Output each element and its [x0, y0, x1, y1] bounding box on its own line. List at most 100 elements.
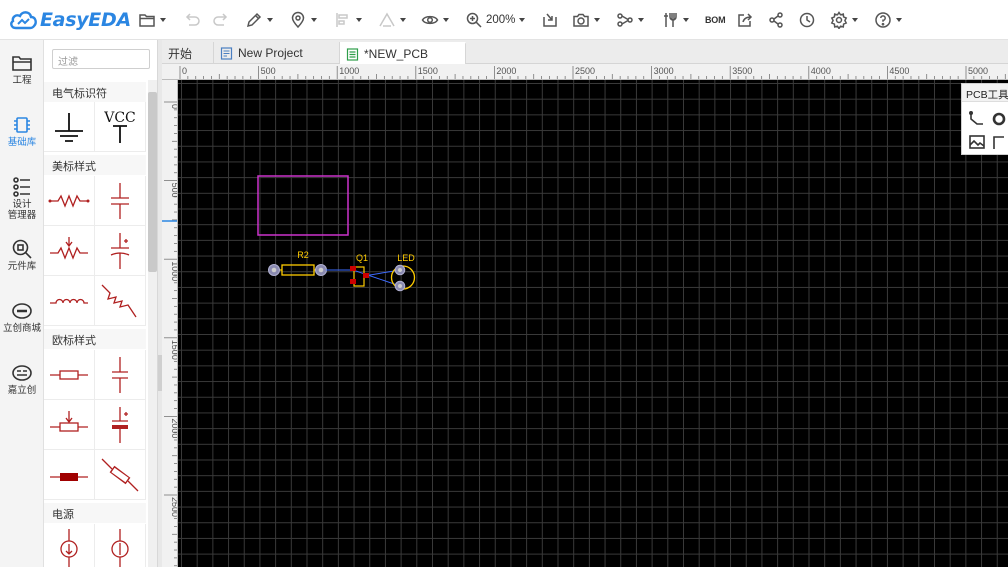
- tab-new-pcb[interactable]: *NEW_PCB: [340, 42, 466, 64]
- symbol-ground[interactable]: [44, 102, 95, 152]
- settings-menu-button[interactable]: [830, 9, 858, 31]
- bom-label: BOM: [705, 15, 726, 25]
- share-button[interactable]: [767, 9, 785, 31]
- align-left-icon: [336, 13, 348, 27]
- nav-common-library[interactable]: 基础库: [0, 114, 44, 148]
- tools-menu-button[interactable]: [661, 9, 689, 31]
- chevron-down-icon: [160, 18, 166, 22]
- horizontal-ruler-ticks: 0 500 1000 1500 2000 2500 3000 3500 4000 4500 5000: [179, 66, 1006, 79]
- chip-icon: [14, 117, 30, 133]
- symbol-varistor-eu[interactable]: [95, 450, 146, 500]
- share-menu-button[interactable]: [616, 9, 644, 31]
- left-nav: 工程 基础库 设计 管理器 元件库 立创商城 嘉立创: [0, 40, 44, 567]
- tree-list-icon: [13, 177, 30, 197]
- symbol-potentiometer-us[interactable]: [44, 226, 95, 276]
- pcb-canvas[interactable]: R2 Q1 LED: [178, 80, 1008, 567]
- file-menu-button[interactable]: [138, 9, 166, 31]
- ruler-label: 1500: [418, 66, 438, 76]
- r2-pad-1-hole: [271, 267, 277, 273]
- folder-icon: [139, 14, 155, 27]
- nav-jlc[interactable]: 嘉立创: [0, 362, 44, 396]
- symbol-resistor-eu[interactable]: [44, 350, 95, 400]
- nav-project[interactable]: 工程: [0, 52, 44, 86]
- q1-pad-1[interactable]: [350, 266, 356, 271]
- q1-pad-3[interactable]: [363, 273, 369, 278]
- align-menu-button[interactable]: [334, 9, 362, 31]
- led-designator[interactable]: LED: [397, 253, 415, 263]
- symbol-capacitor-eu[interactable]: [95, 350, 146, 400]
- logo-text: EasyEDA: [40, 9, 131, 31]
- tab-new-project[interactable]: New Project: [214, 42, 340, 64]
- symbol-capacitor-us[interactable]: [95, 176, 146, 226]
- symbol-current-source[interactable]: [44, 524, 95, 567]
- dimension-tool-button[interactable]: [989, 132, 1008, 152]
- library-scrollbar-thumb[interactable]: [148, 92, 157, 272]
- jlc-logo-icon: [12, 365, 32, 381]
- nav-lcsc-mall[interactable]: 立创商城: [0, 300, 44, 334]
- view-menu-button[interactable]: [421, 9, 449, 31]
- import-button[interactable]: [541, 9, 559, 31]
- ground-icon: [55, 112, 83, 142]
- bom-button[interactable]: BOM: [705, 9, 726, 31]
- lcsc-logo-icon: [12, 303, 32, 319]
- symbol-vcc[interactable]: VCC: [95, 102, 146, 152]
- export-menu-button[interactable]: [572, 9, 600, 31]
- gear-icon: [830, 11, 848, 29]
- symbol-inductor-us[interactable]: [44, 276, 95, 326]
- symbol-polar-capacitor-eu[interactable]: [95, 400, 146, 450]
- symbol-polar-capacitor-us[interactable]: [95, 226, 146, 276]
- pad-tool-button[interactable]: [989, 109, 1008, 129]
- q1-pad-2[interactable]: [350, 279, 356, 284]
- history-button[interactable]: [798, 9, 816, 31]
- section-header: 电气标识符: [44, 82, 146, 102]
- r2-designator[interactable]: R2: [297, 250, 309, 260]
- ruler-label: 500: [170, 183, 178, 198]
- import-icon: [543, 13, 557, 27]
- symbol-potentiometer-eu[interactable]: [44, 400, 95, 450]
- place-menu-button[interactable]: [289, 9, 317, 31]
- symbol-voltage-source[interactable]: [95, 524, 146, 567]
- image-tool-button[interactable]: [967, 132, 987, 152]
- pcb-doc-icon: [346, 47, 359, 61]
- redo-button[interactable]: [212, 9, 230, 31]
- ruler-label: 1000: [339, 66, 359, 76]
- nav-parts-library[interactable]: 元件库: [0, 238, 44, 272]
- ruler-label: 5000: [968, 66, 988, 76]
- easyeda-logo[interactable]: EasyEDA: [8, 8, 131, 32]
- undo-button[interactable]: [183, 9, 201, 31]
- track-icon: [968, 110, 983, 125]
- chevron-down-icon: [400, 18, 406, 22]
- pcb-tools-title[interactable]: PCB工具: [962, 84, 1008, 102]
- chevron-down-icon: [311, 18, 317, 22]
- undo-icon: [185, 13, 200, 26]
- r2-body-silkscreen: [281, 264, 315, 276]
- open-external-button[interactable]: [736, 9, 754, 31]
- help-menu-button[interactable]: [874, 9, 902, 31]
- zoom-menu-button[interactable]: 200%: [465, 9, 526, 31]
- ruler-label: 0: [182, 66, 187, 76]
- filter-input[interactable]: 过滤: [52, 49, 150, 69]
- symbol-varistor-us[interactable]: [95, 276, 146, 326]
- chevron-down-icon: [852, 18, 858, 22]
- board-outline[interactable]: [257, 175, 349, 236]
- ruler-label: 3000: [654, 66, 674, 76]
- nav-label: 工程: [12, 75, 32, 86]
- route-menu-button[interactable]: [378, 9, 406, 31]
- network-icon: [617, 13, 633, 27]
- chevron-down-icon: [519, 18, 526, 22]
- ratline: [363, 269, 401, 277]
- section-header: 美标样式: [44, 155, 146, 175]
- inductor-icon: [50, 298, 88, 304]
- nav-design-manager[interactable]: 设计 管理器: [0, 176, 44, 221]
- share-icon: [769, 12, 783, 28]
- symbol-resistor-us[interactable]: [44, 176, 95, 226]
- edit-menu-button[interactable]: [245, 9, 273, 31]
- capacitor-icon: [112, 356, 128, 393]
- ruler-label: 2500: [170, 497, 178, 517]
- pcb-tools-panel: PCB工具: [961, 83, 1008, 155]
- track-tool-button[interactable]: [967, 109, 987, 129]
- symbol-inductor-eu[interactable]: [44, 450, 95, 500]
- ruler-label: 2000: [496, 66, 516, 76]
- q1-designator[interactable]: Q1: [356, 253, 368, 263]
- tab-start[interactable]: 开始: [162, 42, 214, 64]
